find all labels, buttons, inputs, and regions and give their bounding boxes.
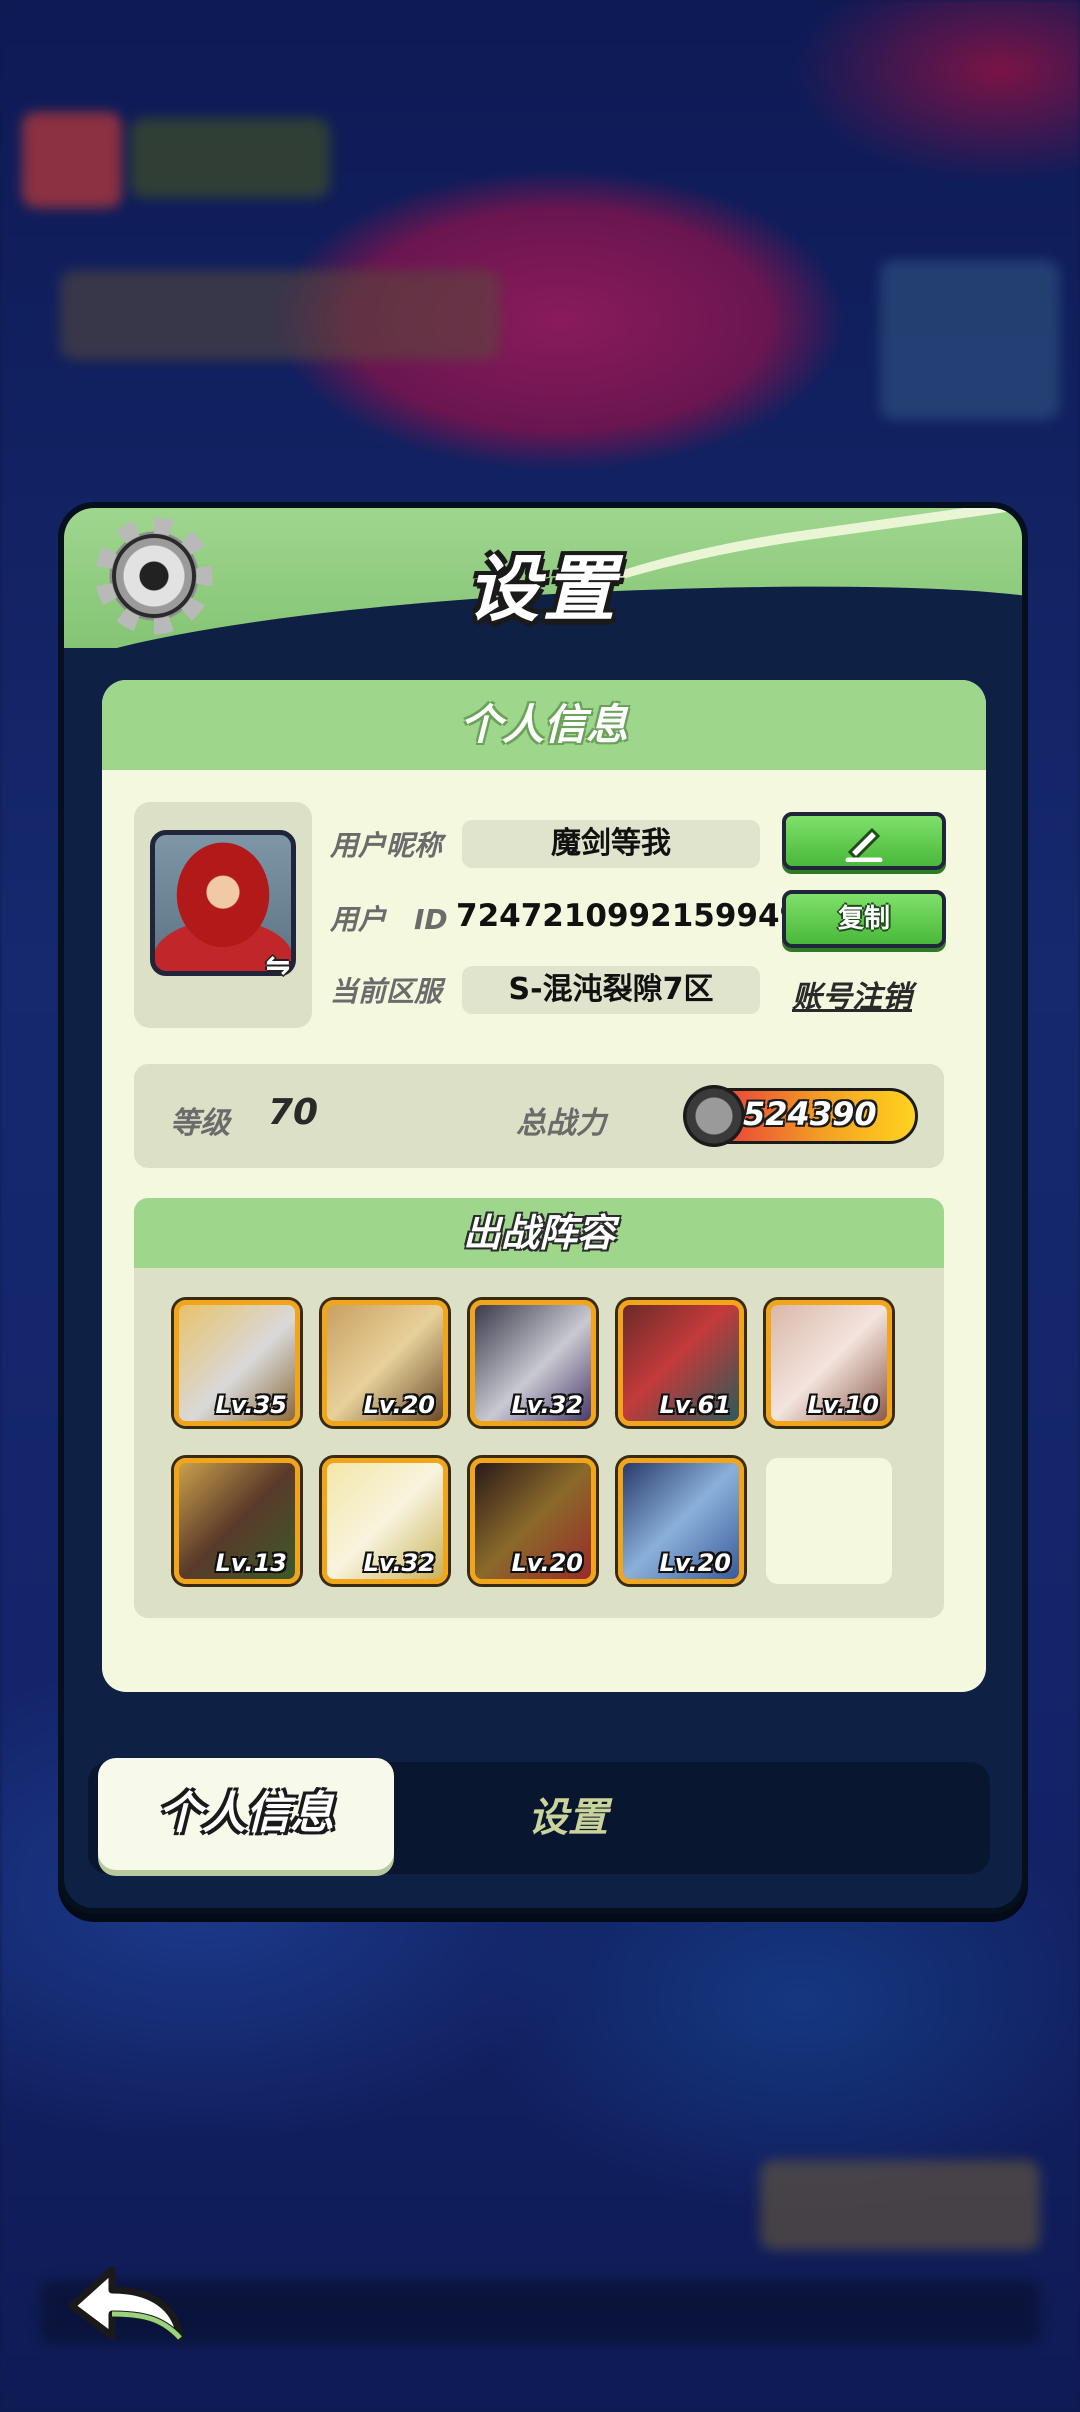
hero-slot-4[interactable]: Lv.61 [618, 1300, 744, 1426]
power-badge: 524390 [683, 1085, 918, 1147]
hero-slot-6[interactable]: Lv.13 [174, 1458, 300, 1584]
hero-level: Lv.32 [363, 1549, 436, 1577]
background-event-blob [760, 2160, 1040, 2250]
avatar-container: ⇋ [134, 802, 312, 1028]
settings-panel: 设置 个人信息 ⇋ 用户昵称 魔剑等我 用户 ID 72472109921599… [58, 502, 1028, 1914]
swap-avatar-icon[interactable]: ⇋ [258, 948, 298, 984]
power-value: 524390 [743, 1095, 877, 1133]
background-minimap-blob [880, 260, 1060, 420]
crossed-swords-icon [683, 1085, 745, 1147]
background-avatar-blob [22, 112, 122, 208]
profile-card: 个人信息 ⇋ 用户昵称 魔剑等我 用户 ID 72472109921599492… [102, 680, 986, 1692]
server-value: S-混沌裂隙7区 [462, 966, 760, 1014]
hero-slot-8[interactable]: Lv.20 [470, 1458, 596, 1584]
user-id-value: 72472109921599492 [456, 898, 823, 934]
hero-level: Lv.35 [215, 1391, 288, 1419]
back-arrow-icon[interactable] [58, 2252, 190, 2352]
pencil-icon [845, 827, 883, 863]
hero-slot-5[interactable]: Lv.10 [766, 1300, 892, 1426]
hero-level: Lv.13 [215, 1549, 288, 1577]
tab-profile[interactable]: 个人信息 [98, 1758, 394, 1870]
hero-slot-7[interactable]: Lv.32 [322, 1458, 448, 1584]
nickname-value: 魔剑等我 [462, 820, 760, 868]
cancel-account-link[interactable]: 账号注销 [792, 972, 912, 1016]
hero-level: Lv.20 [511, 1549, 584, 1577]
stats-bar: 等级 70 总战力 524390 [134, 1064, 944, 1168]
lineup-box: 出战阵容 Lv.35 Lv.20 Lv.32 Lv.61 Lv.10 Lv.13… [134, 1198, 944, 1618]
panel-title: 设置 [466, 547, 619, 631]
level-label: 等级 [170, 1106, 230, 1141]
hero-slot-2[interactable]: Lv.20 [322, 1300, 448, 1426]
profile-section-title: 个人信息 [102, 680, 986, 770]
nickname-label: 用户昵称 [330, 829, 443, 862]
power-label: 总战力 [516, 1106, 606, 1141]
background-icons-blob [60, 270, 500, 360]
level-value: 70 [268, 1092, 319, 1133]
user-id-label: 用户 ID [330, 903, 448, 936]
hero-level: Lv.20 [659, 1549, 732, 1577]
hero-level: Lv.61 [659, 1391, 732, 1419]
hero-level: Lv.10 [807, 1391, 880, 1419]
hero-slot-3[interactable]: Lv.32 [470, 1300, 596, 1426]
lineup-title: 出战阵容 [134, 1198, 944, 1268]
copy-id-button[interactable]: 复制 [782, 890, 946, 948]
hero-slot-empty[interactable] [766, 1458, 892, 1584]
hero-level: Lv.20 [363, 1391, 436, 1419]
background-chat-blob [40, 2280, 1040, 2344]
tab-bar: 个人信息 设置 [88, 1758, 990, 1874]
tab-settings[interactable]: 设置 [468, 1762, 668, 1874]
edit-nickname-button[interactable] [782, 812, 946, 870]
server-label: 当前区服 [330, 975, 443, 1008]
hero-slot-9[interactable]: Lv.20 [618, 1458, 744, 1584]
hero-level: Lv.32 [511, 1391, 584, 1419]
hero-slot-1[interactable]: Lv.35 [174, 1300, 300, 1426]
background-hud-blob [130, 118, 330, 198]
